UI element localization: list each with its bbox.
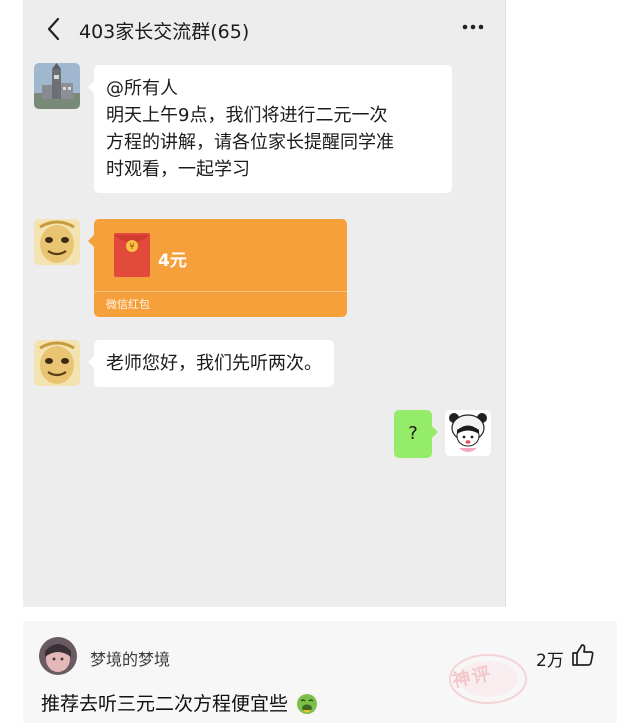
parent-reply-bubble: 老师您好，我们先听两次。 — [88, 340, 334, 387]
panda-hat-girl-avatar[interactable] — [445, 410, 491, 456]
thumbs-up-icon[interactable] — [571, 643, 595, 667]
divider — [94, 291, 347, 292]
hot-comment-card: 梦境的梦境 神评 2万 推荐去听三元二次方程便宜些 — [23, 621, 617, 723]
comment-text: 推荐去听三元二次方程便宜些 — [41, 693, 289, 715]
red-packet-label: 微信红包 — [106, 298, 150, 311]
question-mark-bubble: ? — [394, 410, 438, 458]
vomit-face-emoji — [297, 694, 318, 714]
chat-title: 403家长交流群(65) — [79, 21, 250, 43]
shenping-watermark: 神评 — [444, 649, 532, 709]
svg-text:¥: ¥ — [129, 242, 134, 251]
meme-face-avatar[interactable] — [34, 219, 80, 265]
building-photo-avatar[interactable] — [34, 63, 80, 109]
chat-screenshot: 403家长交流群(65) @所有人 明天上午9点，我们将进行二元一次 方程的讲解… — [23, 0, 506, 607]
commenter-avatar[interactable] — [39, 637, 77, 675]
chevron-left-icon[interactable] — [43, 16, 65, 42]
red-packet-bubble[interactable]: ¥ 4元 微信红包 — [88, 219, 347, 317]
red-envelope-icon: ¥ — [114, 233, 150, 277]
more-dots-icon[interactable] — [461, 20, 485, 34]
chat-top-bar: 403家长交流群(65) — [23, 0, 505, 58]
message-line: @所有人 — [106, 78, 178, 99]
teacher-notice-bubble: @所有人 明天上午9点，我们将进行二元一次 方程的讲解，请各位家长提醒同学准 时… — [88, 65, 452, 193]
meme-face-avatar[interactable] — [34, 340, 80, 386]
message-line: 时观看，一起学习 — [106, 159, 250, 180]
message-line: 明天上午9点，我们将进行二元一次 — [106, 105, 388, 126]
message-line: 方程的讲解，请各位家长提醒同学准 — [106, 132, 394, 153]
commenter-username[interactable]: 梦境的梦境 — [90, 646, 170, 670]
like-count: 2万 — [536, 651, 564, 671]
red-packet-amount: 4元 — [158, 251, 187, 271]
comment-text-row: 推荐去听三元二次方程便宜些 — [41, 689, 318, 716]
